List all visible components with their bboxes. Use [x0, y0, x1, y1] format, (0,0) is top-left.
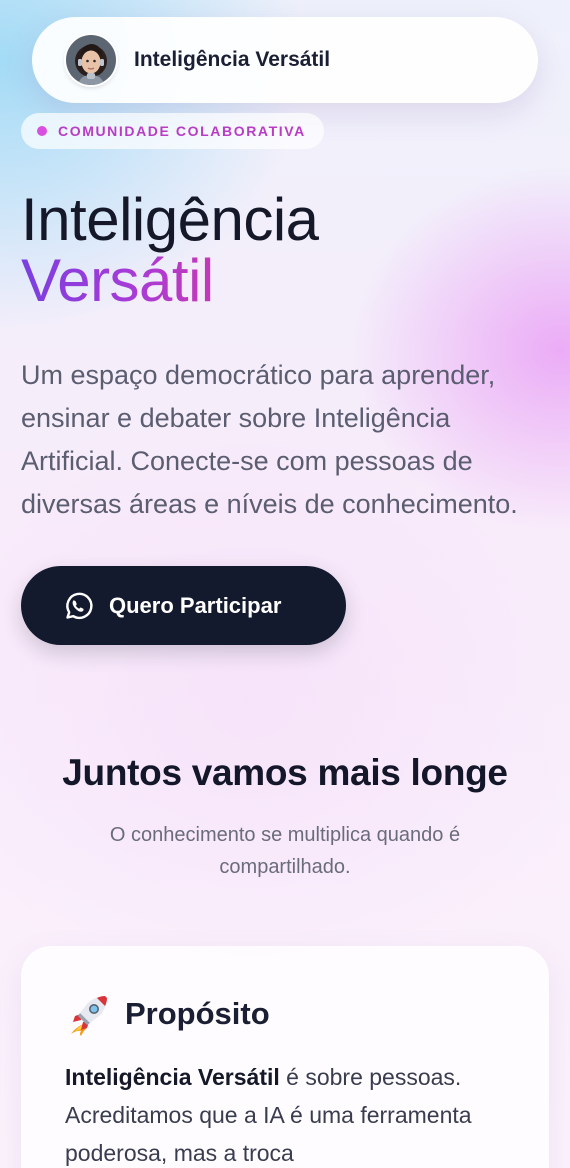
card-body: Inteligência Versátil é sobre pessoas. A… — [65, 1058, 515, 1168]
hero-description: Um espaço democrático para aprender, ens… — [21, 360, 518, 519]
card-header: Propósito — [65, 990, 270, 1038]
badge-dot — [37, 126, 47, 136]
section-title: Juntos vamos mais longe — [62, 752, 508, 793]
whatsapp-icon — [61, 589, 95, 623]
join-button[interactable]: Quero Participar — [21, 566, 346, 645]
join-button-label: Quero Participar — [109, 592, 282, 618]
navbar: Inteligência Versátil — [32, 17, 538, 103]
hero-title-accent: Versátil — [21, 247, 214, 314]
page: Inteligência Versátil COMUNIDADE COLABOR… — [0, 0, 570, 1168]
community-badge: COMUNIDADE COLABORATIVA — [21, 113, 324, 149]
badge-label: COMUNIDADE COLABORATIVA — [58, 123, 306, 139]
rocket-icon — [65, 990, 113, 1038]
purpose-card: Propósito Inteligência Versátil é sobre … — [21, 946, 549, 1168]
hero-title: Inteligência — [21, 186, 319, 253]
card-body-strong: Inteligência Versátil — [65, 1064, 280, 1090]
nav-title[interactable]: Inteligência Versátil — [134, 48, 330, 72]
card-title: Propósito — [125, 996, 270, 1031]
avatar[interactable] — [66, 35, 116, 85]
section-subtitle: O conhecimento se multiplica quando é co… — [109, 824, 461, 878]
